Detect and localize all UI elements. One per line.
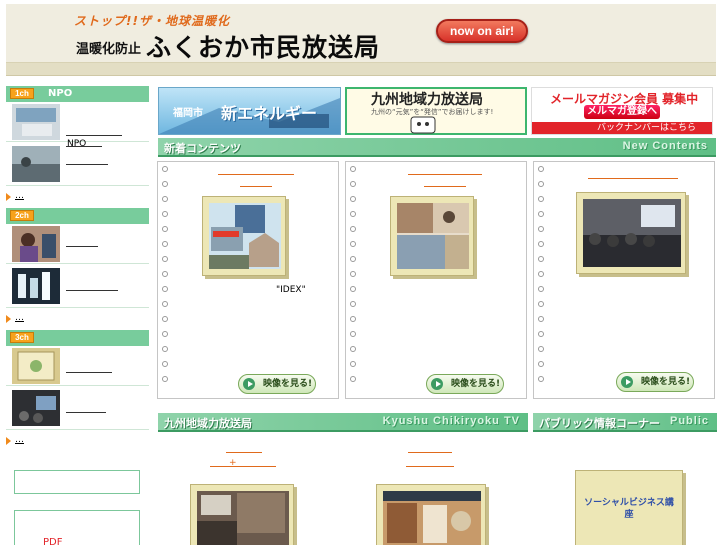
thumbnail-image[interactable] [12, 104, 60, 140]
banner-city-label: 福岡市 [173, 108, 203, 119]
link-underline [66, 246, 98, 247]
new-energy-banner[interactable]: 福岡市 新エネルギー [158, 87, 341, 135]
section-title: 新着コンテンツ [164, 142, 241, 155]
more-link-row[interactable]: … [6, 308, 149, 330]
public-corner-header: パブリック情報コーナー Public [533, 413, 717, 432]
site-title[interactable]: ふくおか市民放送局 [146, 28, 380, 64]
notebook-holes [350, 166, 358, 391]
channel-3-header[interactable]: 3ch [6, 330, 149, 346]
content-image-frame[interactable] [576, 192, 686, 274]
watch-video-button[interactable]: 映像を見る! [426, 374, 504, 394]
sidebar-pdf-box[interactable]: PDF [14, 510, 140, 545]
link-underline [66, 412, 106, 413]
title-link-line[interactable] [588, 178, 678, 179]
sidebar-link-box[interactable] [14, 470, 140, 494]
channel-1-header[interactable]: 1ch NPO [6, 86, 149, 102]
arrow-right-icon [6, 193, 11, 201]
banner-kyushu-title: 九州地域力放送局 [371, 92, 483, 108]
sidebar-item[interactable] [6, 346, 149, 386]
watch-video-button[interactable]: 映像を見る! [616, 372, 694, 392]
link-underline [66, 135, 122, 136]
thumbnail-image[interactable] [12, 390, 60, 426]
notebook-holes [538, 166, 546, 391]
title-link-line[interactable] [408, 174, 482, 175]
kyushu-broadcast-banner[interactable]: 九州地域力放送局 九州の“元気”を“発信”でお届けします! [345, 87, 527, 135]
sidebar-item[interactable] [6, 224, 149, 264]
new-contents-header: 新着コンテンツ New Contents [158, 138, 716, 157]
social-business-course-label: ソーシャルビジネス講座 [584, 498, 674, 520]
title-link-line[interactable] [424, 186, 466, 187]
sidebar-item[interactable] [6, 386, 149, 430]
content-image-frame[interactable] [390, 196, 474, 276]
section-title-en: New Contents [622, 140, 708, 152]
title-link-line[interactable] [226, 452, 262, 453]
title-link-line[interactable] [210, 466, 276, 467]
link-underline [66, 164, 108, 165]
notebook-holes [162, 166, 170, 391]
sidebar-item[interactable]: NPO [6, 102, 149, 149]
channel-2-badge: 2ch [10, 210, 34, 221]
channel-3-badge: 3ch [10, 332, 34, 343]
mascot-icon [410, 116, 436, 134]
thumbnail-image[interactable] [12, 146, 60, 182]
channel-1-badge: 1ch [10, 88, 34, 99]
arrow-right-icon [6, 315, 11, 323]
content-card: 映像を見る! [345, 161, 527, 399]
arrow-right-icon [6, 437, 11, 445]
thumbnail-image[interactable] [12, 268, 60, 304]
section-title-en: Public [669, 415, 709, 427]
slogan-top: ストップ!!ザ・地球温暖化 [74, 14, 230, 28]
mail-register-button[interactable]: メルマガ登録へ [584, 105, 660, 119]
channel-2-header[interactable]: 2ch [6, 208, 149, 224]
sidebar: 1ch NPO NPO … 2ch … 3ch … PDF [6, 86, 149, 545]
more-link[interactable]: … [15, 191, 24, 201]
link-underline [66, 290, 118, 291]
pdf-link[interactable]: PDF [43, 537, 62, 545]
header-band [6, 62, 716, 76]
back-number-link[interactable]: バックナンバーはこちら [532, 122, 712, 134]
section-title: 九州地域力放送局 [164, 417, 252, 430]
link-underline [66, 372, 112, 373]
more-link-row[interactable]: … [6, 186, 149, 208]
card-caption: "IDEX" [276, 285, 306, 295]
content-card: "IDEX" 映像を見る! [157, 161, 339, 399]
more-link[interactable]: … [15, 435, 24, 445]
watch-video-button[interactable]: 映像を見る! [238, 374, 316, 394]
title-link-line[interactable] [406, 466, 454, 467]
mail-magazine-banner[interactable]: メールマガジン会員 募集中 メルマガ登録へ バックナンバーはこちら [531, 87, 713, 135]
now-on-air-button[interactable]: now on air! [436, 19, 528, 43]
section-title-en: Kyushu Chikiryoku TV [382, 415, 520, 427]
title-link-line[interactable] [408, 452, 452, 453]
banner-energy-title: 新エネルギー [221, 104, 318, 123]
plus-mark: + [229, 458, 237, 468]
more-link[interactable]: … [15, 313, 24, 323]
content-image-frame[interactable] [190, 484, 294, 545]
public-image-frame[interactable]: ソーシャルビジネス講座 [575, 470, 683, 545]
kyushu-tv-header: 九州地域力放送局 Kyushu Chikiryoku TV [158, 413, 528, 432]
thumbnail-image[interactable] [12, 226, 60, 262]
sidebar-item[interactable] [6, 264, 149, 308]
site-header: ストップ!!ザ・地球温暖化 温暖化防止 ふくおか市民放送局 now on air… [6, 4, 716, 62]
title-link-line[interactable] [218, 174, 294, 175]
sidebar-item[interactable] [6, 142, 149, 186]
section-title: パブリック情報コーナー [539, 417, 660, 430]
content-image-frame[interactable] [202, 196, 286, 276]
content-image-frame[interactable] [376, 484, 486, 545]
channel-1-label: NPO [48, 88, 73, 99]
title-link-line[interactable] [240, 186, 272, 187]
slogan-lead: 温暖化防止 [76, 42, 142, 57]
content-card: 映像を見る! [533, 161, 715, 399]
thumbnail-image[interactable] [12, 348, 60, 384]
more-link-row[interactable]: … [6, 430, 149, 452]
